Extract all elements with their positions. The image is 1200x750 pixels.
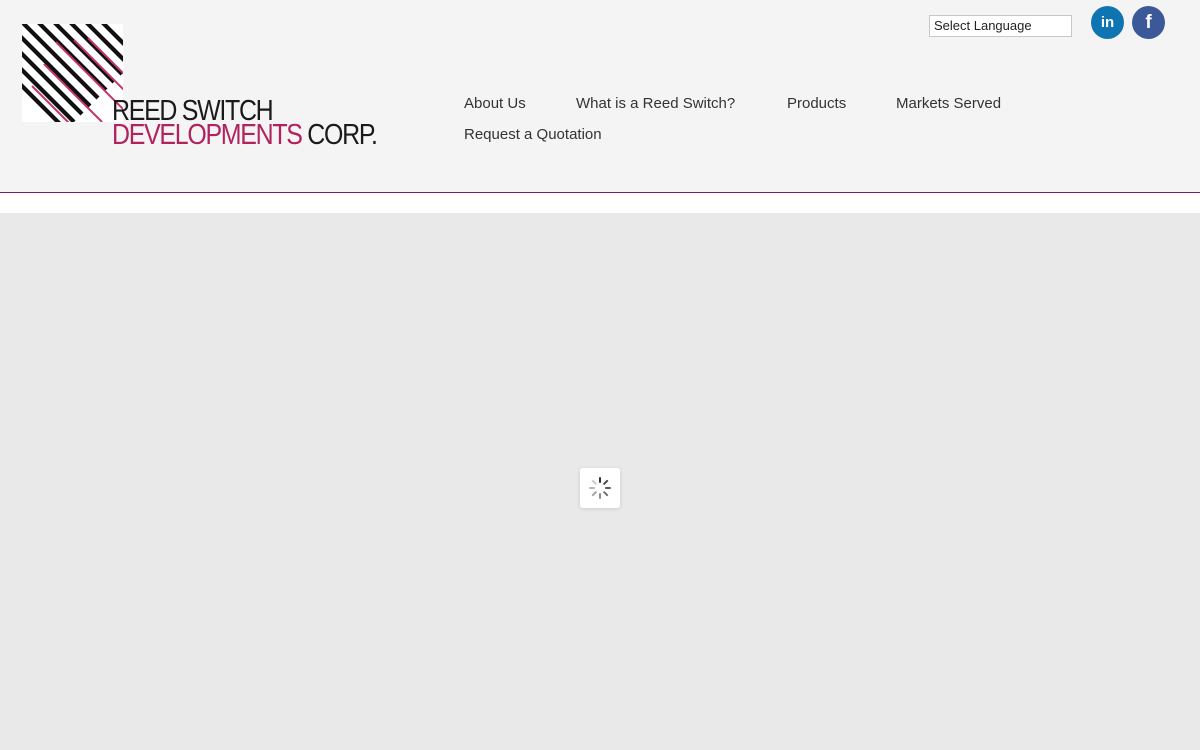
logo-wordmark-developments: DEVELOPMENTS	[112, 119, 303, 151]
loading-indicator	[580, 468, 620, 508]
site-header: REED SWITCH DEVELOPMENTS CORP. Select La…	[0, 0, 1200, 193]
language-select[interactable]: Select Language	[929, 15, 1072, 37]
content-area	[0, 213, 1200, 750]
nav-item-about-us[interactable]: About Us	[464, 94, 526, 114]
logo-wordmark-line2: DEVELOPMENTS CORP.	[112, 119, 378, 151]
spinner-icon	[589, 477, 611, 499]
linkedin-icon[interactable]: in	[1091, 6, 1124, 39]
nav-item-products[interactable]: Products	[787, 94, 846, 114]
logo-wordmark-corp: CORP.	[301, 119, 378, 151]
facebook-icon[interactable]: f	[1132, 6, 1165, 39]
nav-item-markets-served[interactable]: Markets Served	[896, 94, 1001, 114]
nav-item-request-a-quotation[interactable]: Request a Quotation	[464, 125, 602, 145]
nav-item-what-is-a-reed-switch[interactable]: What is a Reed Switch?	[576, 94, 735, 114]
